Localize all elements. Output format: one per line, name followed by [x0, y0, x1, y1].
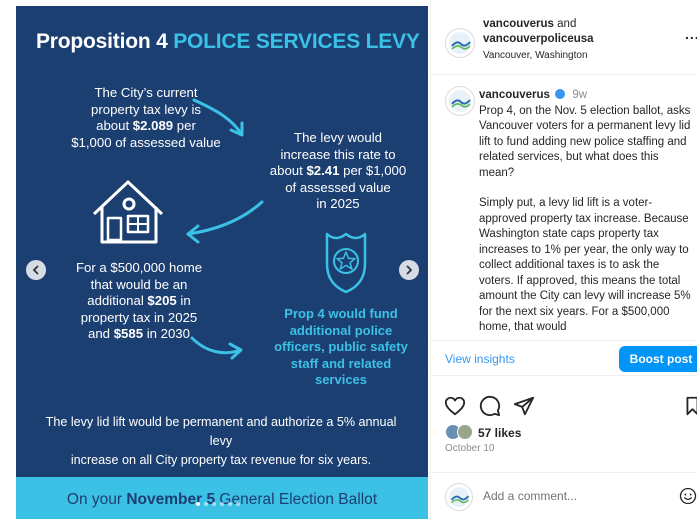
city-logo-icon: [451, 41, 471, 50]
ballot-band: On your November 5 General Election Ball…: [16, 477, 428, 519]
share-icon[interactable]: [513, 395, 535, 417]
arrow-to-increase: [192, 98, 242, 134]
post-side-panel: vancouverus and vancouverpoliceusa Vanco…: [430, 0, 697, 519]
carousel-dot: [204, 502, 208, 506]
post-authors[interactable]: vancouverus and: [483, 18, 576, 30]
more-options-button[interactable]: ...: [685, 26, 697, 42]
carousel-dot: [196, 502, 200, 506]
city-logo-icon: [451, 99, 471, 108]
liker-avatars[interactable]: [445, 424, 475, 440]
emoji-icon[interactable]: [679, 487, 697, 505]
boost-post-button[interactable]: Boost post: [619, 346, 697, 372]
author-name-2[interactable]: vancouverpoliceusa: [483, 33, 594, 45]
insights-bar: View insights Boost post: [431, 340, 697, 376]
comment-input[interactable]: [483, 489, 663, 503]
current-user-avatar: [445, 483, 473, 511]
caption-paragraph: Simply put, a levy lid lift is a voter-a…: [479, 197, 691, 332]
carousel-next-button[interactable]: [399, 260, 419, 280]
caption-avatar[interactable]: [445, 86, 475, 116]
verified-badge-icon: [555, 89, 566, 99]
likes-count[interactable]: 57 likes: [478, 426, 521, 440]
caption-username[interactable]: vancouverus: [479, 89, 550, 101]
divider: [431, 74, 697, 75]
graphics-layer: [92, 98, 367, 360]
view-insights-link[interactable]: View insights: [445, 352, 515, 366]
carousel-dot: [228, 502, 232, 506]
police-badge-icon: [325, 232, 367, 294]
comment-bar: [431, 472, 697, 519]
post-location[interactable]: Vancouver, Washington: [483, 50, 588, 61]
arrow-to-home: [186, 200, 264, 236]
post-caption: vancouverus 9w Prop 4, on the Nov. 5 ele…: [479, 88, 693, 332]
carousel-dot: [212, 502, 216, 506]
bookmark-icon[interactable]: [685, 395, 697, 417]
instagram-post-view: Proposition 4 POLICE SERVICES LEVY The C…: [0, 0, 697, 519]
carousel-prev-button[interactable]: [26, 260, 46, 280]
liker-avatar: [457, 424, 473, 440]
author-avatar[interactable]: [445, 28, 475, 58]
ballot-text: On your November 5 General Election Ball…: [66, 491, 378, 508]
chevron-left-icon: [32, 265, 39, 275]
carousel-dot: [220, 502, 224, 506]
post-image: Proposition 4 POLICE SERVICES LEVY The C…: [16, 6, 428, 519]
post-date: October 10: [445, 443, 495, 454]
house-icon: [92, 180, 164, 244]
city-logo-icon: [450, 495, 470, 504]
caption-time[interactable]: 9w: [572, 89, 587, 101]
comment-icon[interactable]: [479, 395, 501, 417]
caption-paragraph: Prop 4, on the Nov. 5 election ballot, a…: [479, 104, 691, 179]
heart-icon[interactable]: [444, 395, 466, 417]
chevron-right-icon: [406, 265, 413, 275]
carousel-dots: [196, 502, 240, 506]
author-name-1[interactable]: vancouverus: [483, 18, 554, 30]
carousel-dot: [236, 502, 240, 506]
